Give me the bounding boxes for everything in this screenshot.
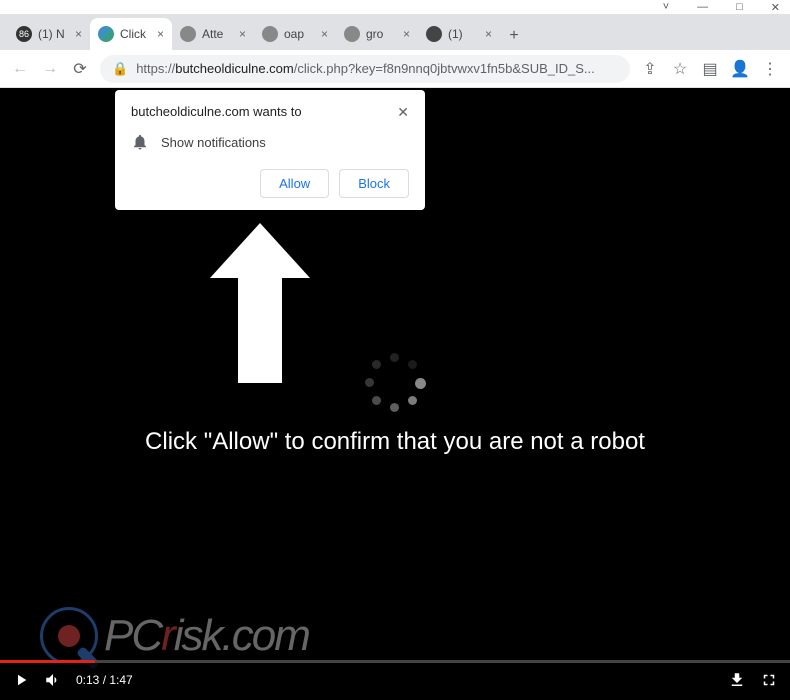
- new-tab-button[interactable]: +: [500, 22, 528, 50]
- browser-tab[interactable]: Click ×: [90, 18, 172, 50]
- nav-forward-icon[interactable]: →: [40, 59, 60, 79]
- download-icon[interactable]: [728, 671, 746, 689]
- tab-close-icon[interactable]: ×: [485, 27, 492, 41]
- tab-close-icon[interactable]: ×: [321, 27, 328, 41]
- play-icon[interactable]: [12, 671, 30, 689]
- tab-close-icon[interactable]: ×: [75, 27, 82, 41]
- video-controls: 0:13 / 1:47: [0, 660, 790, 700]
- fullscreen-icon[interactable]: [760, 671, 778, 689]
- favicon-icon: [180, 26, 196, 42]
- browser-tab[interactable]: gro ×: [336, 18, 418, 50]
- window-maximize-icon[interactable]: □: [736, 1, 743, 13]
- tab-label: (1) N: [38, 27, 69, 41]
- url-text: https://butcheoldiculne.com/click.php?ke…: [136, 61, 595, 76]
- window-minimize-icon[interactable]: —: [697, 1, 708, 13]
- favicon-icon: [344, 26, 360, 42]
- loading-spinner-icon: [360, 348, 430, 418]
- page-content: Click "Allow" to confirm that you are no…: [0, 88, 790, 700]
- favicon-icon: 86: [16, 26, 32, 42]
- profile-icon[interactable]: 👤: [730, 59, 750, 79]
- nav-back-icon[interactable]: ←: [10, 59, 30, 79]
- lock-icon: 🔒: [112, 61, 128, 77]
- browser-tab[interactable]: Atte ×: [172, 18, 254, 50]
- permission-popup: butcheoldiculne.com wants to ✕ Show noti…: [115, 90, 425, 210]
- favicon-icon: [426, 26, 442, 42]
- tab-label: Click: [120, 27, 151, 41]
- share-icon[interactable]: ⇪: [640, 59, 660, 79]
- video-time: 0:13 / 1:47: [76, 673, 133, 687]
- block-button[interactable]: Block: [339, 169, 409, 198]
- tab-label: oap: [284, 27, 315, 41]
- tab-label: (1): [448, 27, 479, 41]
- address-bar: ← → ⟳ 🔒 https://butcheoldiculne.com/clic…: [0, 50, 790, 88]
- extensions-icon[interactable]: ▤: [700, 59, 720, 79]
- window-close-icon[interactable]: ✕: [771, 1, 780, 14]
- watermark: PCrisk.com: [40, 607, 309, 665]
- nav-reload-icon[interactable]: ⟳: [70, 59, 90, 79]
- tab-close-icon[interactable]: ×: [239, 27, 246, 41]
- permission-line: Show notifications: [161, 135, 266, 150]
- window-dropdown-icon[interactable]: ˅: [663, 1, 669, 13]
- allow-button[interactable]: Allow: [260, 169, 329, 198]
- up-arrow-icon: [210, 223, 310, 383]
- tab-close-icon[interactable]: ×: [403, 27, 410, 41]
- favicon-icon: [98, 26, 114, 42]
- browser-tab[interactable]: 86 (1) N ×: [8, 18, 90, 50]
- page-message: Click "Allow" to confirm that you are no…: [0, 428, 790, 456]
- tab-close-icon[interactable]: ×: [157, 27, 164, 41]
- volume-icon[interactable]: [44, 671, 62, 689]
- permission-title: butcheoldiculne.com wants to: [131, 104, 302, 119]
- permission-close-icon[interactable]: ✕: [397, 104, 409, 121]
- tab-label: gro: [366, 27, 397, 41]
- bookmark-icon[interactable]: ☆: [670, 59, 690, 79]
- tab-label: Atte: [202, 27, 233, 41]
- watermark-text: PCrisk.com: [104, 611, 309, 661]
- omnibox[interactable]: 🔒 https://butcheoldiculne.com/click.php?…: [100, 55, 630, 83]
- menu-icon[interactable]: ⋮: [760, 59, 780, 79]
- watermark-logo-icon: [40, 607, 98, 665]
- browser-tab[interactable]: (1) ×: [418, 18, 500, 50]
- tab-strip: 86 (1) N × Click × Atte × oap × gro × (1) × +: [0, 14, 790, 50]
- window-titlebar: ˅ — □ ✕: [0, 0, 790, 14]
- favicon-icon: [262, 26, 278, 42]
- browser-tab[interactable]: oap ×: [254, 18, 336, 50]
- bell-icon: [131, 133, 149, 151]
- video-progress[interactable]: [0, 660, 790, 663]
